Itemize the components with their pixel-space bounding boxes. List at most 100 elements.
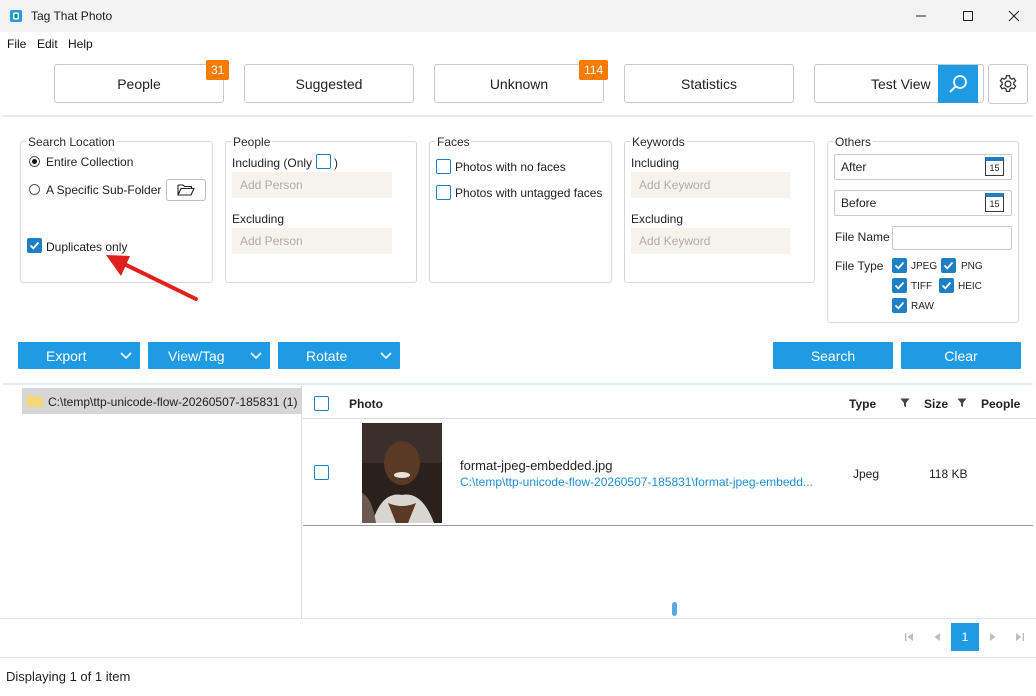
keywords-filter-title: Keywords	[630, 135, 687, 149]
column-header-type[interactable]: Type	[849, 397, 876, 411]
entire-collection-label: Entire Collection	[46, 155, 134, 169]
menu-edit[interactable]: Edit	[37, 37, 58, 51]
faces-filter-title: Faces	[435, 135, 472, 149]
after-date-label: After	[841, 160, 867, 174]
people-count-badge: 31	[206, 60, 230, 80]
status-bar	[0, 657, 1036, 696]
menu-help[interactable]: Help	[68, 37, 93, 51]
duplicates-only-checkbox[interactable]	[27, 238, 42, 253]
png-label: PNG	[961, 261, 983, 272]
folder-icon	[27, 395, 43, 407]
chevron-down-icon[interactable]	[120, 352, 132, 360]
file-type-label: File Type	[835, 259, 884, 273]
row-checkbox[interactable]	[314, 465, 329, 480]
chevron-down-icon[interactable]	[380, 352, 392, 360]
before-calendar-icon[interactable]: 15	[985, 193, 1004, 212]
people-including-label: Including (Only	[232, 156, 313, 170]
file-name-label: File Name	[835, 230, 890, 244]
checkmark-icon	[941, 281, 952, 290]
exclude-keyword-input[interactable]: Add Keyword	[631, 228, 790, 254]
after-calendar-icon[interactable]: 15	[985, 157, 1004, 176]
title-bar	[0, 0, 1036, 32]
rotate-button[interactable]: Rotate	[278, 342, 400, 369]
previous-page-icon[interactable]	[932, 632, 942, 642]
close-icon	[1008, 10, 1020, 22]
exclude-person-input[interactable]: Add Person	[232, 228, 392, 254]
tiff-label: TIFF	[911, 281, 933, 292]
loading-spinner-icon	[672, 602, 677, 616]
minimize-button[interactable]	[898, 0, 944, 32]
jpeg-checkbox[interactable]	[892, 258, 907, 273]
heic-checkbox[interactable]	[939, 278, 954, 293]
tab-people[interactable]: People	[54, 64, 224, 103]
maximize-button[interactable]	[945, 0, 991, 32]
menu-file[interactable]: File	[7, 37, 26, 51]
select-all-checkbox[interactable]	[314, 396, 329, 411]
raw-checkbox[interactable]	[892, 298, 907, 313]
clear-button[interactable]: Clear	[901, 342, 1021, 369]
first-page-icon[interactable]	[904, 632, 914, 642]
row-type: Jpeg	[853, 467, 880, 481]
search-button[interactable]: Search	[773, 342, 893, 369]
settings-button[interactable]	[988, 64, 1028, 104]
jpeg-label: JPEG	[911, 261, 938, 272]
png-checkbox[interactable]	[941, 258, 956, 273]
folder-tree-item-label: C:\temp\ttp-unicode-flow-20260507-185831…	[48, 395, 298, 409]
app-logo-icon	[10, 10, 22, 22]
heic-label: HEIC	[958, 281, 982, 292]
window-title: Tag That Photo	[31, 9, 113, 23]
people-including-close: )	[334, 156, 338, 170]
checkmark-icon	[894, 261, 905, 270]
chevron-down-icon[interactable]	[250, 352, 262, 360]
view-tag-button[interactable]: View/Tag	[148, 342, 270, 369]
rotate-label: Rotate	[306, 348, 348, 364]
annotation-arrow-icon	[106, 255, 198, 301]
untagged-faces-checkbox[interactable]	[436, 185, 451, 200]
minimize-icon	[916, 15, 926, 17]
status-text: Displaying 1 of 1 item	[6, 669, 131, 684]
tab-statistics[interactable]: Statistics	[624, 64, 794, 103]
checkmark-icon	[894, 281, 905, 290]
tab-test-view-label: Test View	[871, 75, 931, 92]
tab-suggested-label: Suggested	[295, 75, 363, 92]
people-including-only-checkbox[interactable]	[316, 154, 331, 169]
keywords-including-label: Including	[631, 156, 680, 170]
folder-tree-pane	[0, 386, 302, 618]
raw-label: RAW	[911, 301, 934, 312]
browse-folder-button[interactable]	[166, 179, 206, 201]
keywords-excluding-label: Excluding	[631, 212, 684, 226]
search-tab-button[interactable]	[938, 65, 978, 103]
menu-bar	[0, 32, 1036, 54]
size-filter-icon[interactable]	[957, 398, 967, 408]
export-label: Export	[46, 348, 87, 364]
tab-suggested[interactable]: Suggested	[244, 64, 414, 103]
people-filter-title: People	[231, 135, 273, 149]
specific-folder-radio[interactable]	[29, 184, 40, 195]
close-button[interactable]	[991, 0, 1036, 32]
entire-collection-radio[interactable]	[29, 156, 40, 167]
search-location-title: Search Location	[26, 135, 117, 149]
page-number-button[interactable]: 1	[951, 623, 979, 651]
tab-unknown-label: Unknown	[489, 75, 549, 92]
export-button[interactable]: Export	[18, 342, 140, 369]
untagged-faces-label: Photos with untagged faces	[455, 186, 603, 200]
no-faces-checkbox[interactable]	[436, 159, 451, 174]
column-header-people[interactable]: People	[981, 397, 1020, 411]
checkmark-icon	[29, 241, 40, 250]
row-size: 118 KB	[929, 467, 968, 481]
tiff-checkbox[interactable]	[892, 278, 907, 293]
row-path-link[interactable]: C:\temp\ttp-unicode-flow-20260507-185831…	[460, 475, 813, 489]
file-name-input[interactable]	[892, 226, 1012, 250]
last-page-icon[interactable]	[1015, 632, 1025, 642]
next-page-icon[interactable]	[988, 632, 998, 642]
before-calendar-day: 15	[989, 199, 1000, 209]
column-header-size[interactable]: Size	[924, 397, 948, 411]
tab-people-label: People	[117, 75, 161, 92]
column-header-photo[interactable]: Photo	[349, 397, 383, 411]
checkmark-icon	[943, 261, 954, 270]
type-filter-icon[interactable]	[900, 398, 910, 408]
pager-bar	[0, 618, 1036, 657]
photo-thumbnail[interactable]	[362, 423, 442, 523]
include-person-input[interactable]: Add Person	[232, 172, 392, 198]
include-keyword-input[interactable]: Add Keyword	[631, 172, 790, 198]
